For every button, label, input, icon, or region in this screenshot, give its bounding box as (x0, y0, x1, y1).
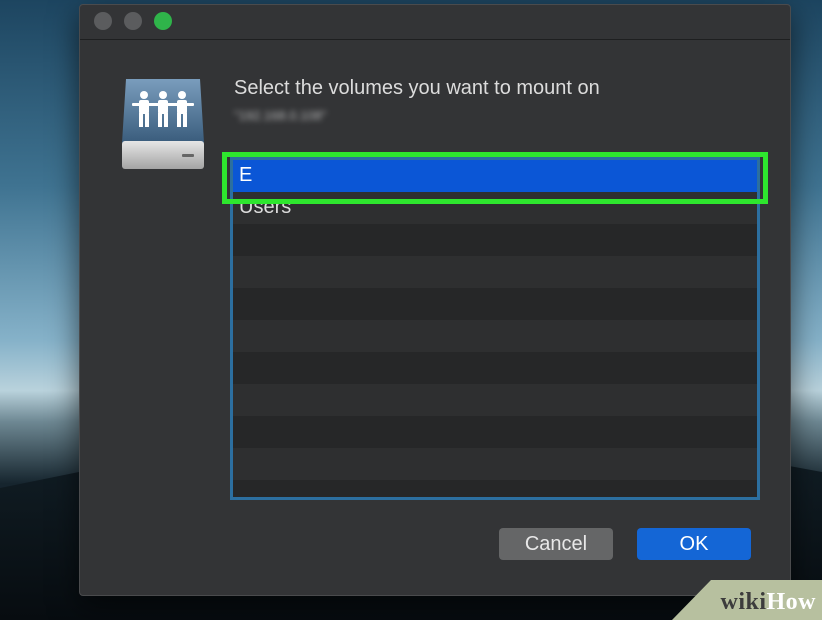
dialog-prompt: Select the volumes you want to mount on (234, 77, 600, 99)
ok-button[interactable]: OK (637, 528, 751, 560)
watermark-part2: How (766, 589, 816, 615)
list-row-empty (233, 384, 757, 416)
close-icon[interactable] (94, 12, 112, 30)
list-row-empty (233, 416, 757, 448)
list-row-empty (233, 224, 757, 256)
mount-volumes-dialog: Select the volumes you want to mount on … (79, 4, 791, 596)
zoom-icon[interactable] (154, 12, 172, 30)
title-bar (80, 5, 790, 40)
minimize-icon[interactable] (124, 12, 142, 30)
list-row-empty (233, 256, 757, 288)
watermark-logo: wikiHow (720, 589, 816, 616)
list-row-empty (233, 352, 757, 384)
watermark-part1: wiki (720, 589, 767, 615)
server-address: "192.168.0.108" (234, 108, 327, 123)
list-row-empty (233, 480, 757, 497)
cancel-button[interactable]: Cancel (499, 528, 613, 560)
list-row-empty (233, 288, 757, 320)
volume-list[interactable]: E Users (230, 157, 760, 500)
selection-highlight-annotation (222, 152, 768, 204)
list-row-empty (233, 448, 757, 480)
shared-server-icon (122, 79, 204, 169)
list-row-empty (233, 320, 757, 352)
